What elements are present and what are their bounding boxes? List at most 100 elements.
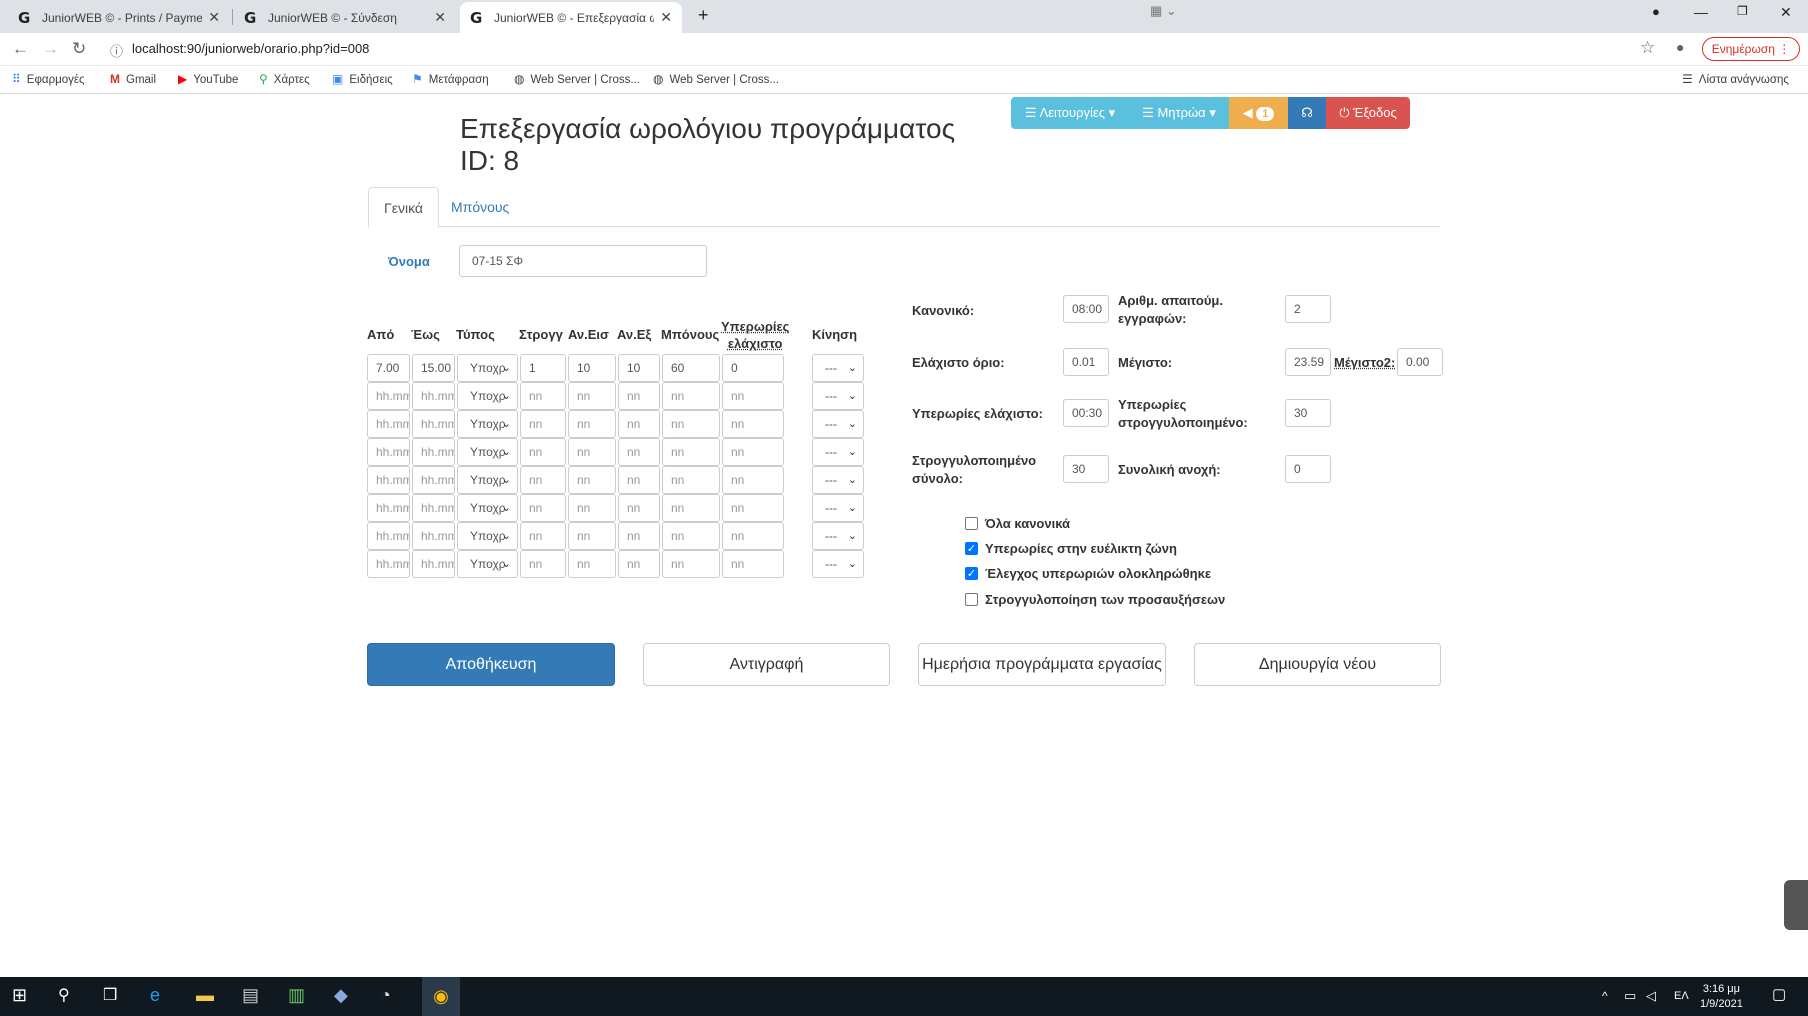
row-3-type-select[interactable]: Υποχρ ⌄ bbox=[457, 410, 518, 438]
row-2-round-input[interactable]: nn bbox=[520, 382, 566, 410]
row-3-move-select[interactable]: --- ⌄ bbox=[812, 410, 864, 438]
row-5-from-input[interactable]: hh.mm bbox=[367, 466, 410, 494]
row-2-overtime-input[interactable]: nn bbox=[722, 382, 784, 410]
address-bar[interactable]: localhost:90/juniorweb/orario.php?id=008 bbox=[132, 41, 369, 56]
close-window-icon[interactable]: ✕ bbox=[1780, 4, 1792, 21]
row-7-to-input[interactable]: hh.mm bbox=[412, 522, 455, 550]
row-4-to-input[interactable]: hh.mm bbox=[412, 438, 455, 466]
row-2-in-input[interactable]: nn bbox=[568, 382, 616, 410]
network-icon[interactable]: ▭ bbox=[1624, 988, 1636, 1004]
max-input[interactable]: 23.59 bbox=[1285, 348, 1331, 376]
row-2-bonus-input[interactable]: nn bbox=[662, 382, 720, 410]
info-icon[interactable]: ⓘ bbox=[110, 41, 123, 60]
row-4-type-select[interactable]: Υποχρ ⌄ bbox=[457, 438, 518, 466]
max2-input[interactable]: 0.00 bbox=[1397, 348, 1443, 376]
back-icon[interactable]: ← bbox=[12, 39, 29, 59]
bookmark-youtube[interactable]: ▶ YouTube bbox=[178, 72, 238, 86]
row-4-out-input[interactable]: nn bbox=[618, 438, 660, 466]
row-7-from-input[interactable]: hh.mm bbox=[367, 522, 410, 550]
row-3-round-input[interactable]: nn bbox=[520, 410, 566, 438]
row-4-from-input[interactable]: hh.mm bbox=[367, 438, 410, 466]
row-6-from-input[interactable]: hh.mm bbox=[367, 494, 410, 522]
tab-search-icon[interactable]: ▦ ⌄ bbox=[1150, 3, 1177, 19]
start-icon[interactable]: ⊞ bbox=[12, 985, 27, 1006]
chrome-taskbar-icon[interactable]: ◉ bbox=[422, 977, 460, 1016]
bookmark-news[interactable]: ▣ Ειδήσεις bbox=[332, 72, 393, 86]
row-6-type-select[interactable]: Υποχρ ⌄ bbox=[457, 494, 518, 522]
row-7-move-select[interactable]: --- ⌄ bbox=[812, 522, 864, 550]
row-3-from-input[interactable]: hh.mm bbox=[367, 410, 410, 438]
row-5-overtime-input[interactable]: nn bbox=[722, 466, 784, 494]
row-8-bonus-input[interactable]: nn bbox=[662, 550, 720, 578]
row-5-in-input[interactable]: nn bbox=[568, 466, 616, 494]
row-4-round-input[interactable]: nn bbox=[520, 438, 566, 466]
bookmark-translate[interactable]: ⚑ Μετάφραση bbox=[412, 72, 489, 86]
new-tab-icon[interactable]: + bbox=[698, 5, 709, 26]
row-5-out-input[interactable]: nn bbox=[618, 466, 660, 494]
tab-general[interactable]: Γενικά bbox=[368, 187, 439, 228]
normal-input[interactable]: 08:00 bbox=[1063, 295, 1109, 323]
row-1-round-input[interactable]: 1 bbox=[520, 354, 566, 382]
row-8-round-input[interactable]: nn bbox=[520, 550, 566, 578]
notification-center-icon[interactable]: ▢ bbox=[1772, 985, 1786, 1003]
row-3-overtime-input[interactable]: nn bbox=[722, 410, 784, 438]
registers-menu-button[interactable]: ☰ Μητρώα ▾ bbox=[1129, 97, 1229, 129]
row-1-out-input[interactable]: 10 bbox=[618, 354, 660, 382]
forward-icon[interactable]: → bbox=[42, 39, 59, 59]
task-view-icon[interactable]: ❒ bbox=[103, 985, 117, 1005]
row-6-move-select[interactable]: --- ⌄ bbox=[812, 494, 864, 522]
row-3-in-input[interactable]: nn bbox=[568, 410, 616, 438]
row-2-from-input[interactable]: hh.mm bbox=[367, 382, 410, 410]
min-limit-input[interactable]: 0.01 bbox=[1063, 348, 1109, 376]
minimize-icon[interactable]: — bbox=[1694, 4, 1708, 20]
file-explorer-icon[interactable]: ▬ bbox=[196, 985, 214, 1006]
row-1-from-input[interactable]: 7.00 bbox=[367, 354, 410, 382]
row-1-overtime-input[interactable]: 0 bbox=[722, 354, 784, 382]
row-3-bonus-input[interactable]: nn bbox=[662, 410, 720, 438]
row-4-move-select[interactable]: --- ⌄ bbox=[812, 438, 864, 466]
round-surcharges-checkbox[interactable] bbox=[965, 593, 978, 606]
row-4-bonus-input[interactable]: nn bbox=[662, 438, 720, 466]
row-4-overtime-input[interactable]: nn bbox=[722, 438, 784, 466]
bookmark-webserver-2[interactable]: ◍ Web Server | Cross... bbox=[653, 72, 779, 86]
row-5-to-input[interactable]: hh.mm bbox=[412, 466, 455, 494]
bookmark-webserver-1[interactable]: ◍ Web Server | Cross... bbox=[514, 72, 640, 86]
row-1-in-input[interactable]: 10 bbox=[568, 354, 616, 382]
row-8-overtime-input[interactable]: nn bbox=[722, 550, 784, 578]
row-2-type-select[interactable]: Υποχρ ⌄ bbox=[457, 382, 518, 410]
row-2-out-input[interactable]: nn bbox=[618, 382, 660, 410]
row-7-out-input[interactable]: nn bbox=[618, 522, 660, 550]
name-input[interactable]: 07-15 ΣΦ bbox=[459, 245, 707, 277]
support-button[interactable]: ☊ bbox=[1288, 97, 1326, 129]
row-8-in-input[interactable]: nn bbox=[568, 550, 616, 578]
row-4-in-input[interactable]: nn bbox=[568, 438, 616, 466]
row-6-in-input[interactable]: nn bbox=[568, 494, 616, 522]
language-indicator[interactable]: ΕΛ bbox=[1674, 990, 1689, 1002]
ie-icon[interactable]: e bbox=[150, 985, 160, 1006]
row-6-round-input[interactable]: nn bbox=[520, 494, 566, 522]
restore-icon[interactable]: ❐ bbox=[1737, 4, 1748, 18]
row-1-to-input[interactable]: 15.00 bbox=[412, 354, 455, 382]
row-7-type-select[interactable]: Υποχρ ⌄ bbox=[457, 522, 518, 550]
row-5-move-select[interactable]: --- ⌄ bbox=[812, 466, 864, 494]
create-new-button[interactable]: Δημιουργία νέου bbox=[1194, 643, 1441, 686]
tolerance-input[interactable]: 0 bbox=[1285, 455, 1331, 483]
search-icon[interactable]: ⚲ bbox=[58, 985, 70, 1005]
notifications-button[interactable]: ◀ 1 bbox=[1229, 97, 1288, 129]
browser-tab-login[interactable]: G JuniorWEB © - Σύνδεση ✕ bbox=[234, 2, 456, 33]
logout-button[interactable]: ⏻ Έξοδος bbox=[1326, 97, 1410, 129]
row-6-to-input[interactable]: hh.mm bbox=[412, 494, 455, 522]
side-chat-widget[interactable] bbox=[1784, 880, 1808, 930]
row-1-move-select[interactable]: --- ⌄ bbox=[812, 354, 864, 382]
all-normal-checkbox[interactable] bbox=[965, 517, 978, 530]
close-icon[interactable]: ✕ bbox=[434, 9, 446, 26]
close-icon[interactable]: ✕ bbox=[208, 9, 220, 26]
row-8-from-input[interactable]: hh.mm bbox=[367, 550, 410, 578]
update-button[interactable]: Ενημέρωση ⋮ bbox=[1702, 37, 1800, 61]
notepad-icon[interactable]: ▤ bbox=[242, 985, 259, 1006]
overtime-check-done-checkbox[interactable]: ✓ bbox=[965, 567, 978, 580]
reading-list[interactable]: ☰ Λίστα ανάγνωσης bbox=[1682, 72, 1789, 86]
clock-app-icon[interactable]: ◔ bbox=[380, 985, 391, 1006]
taskbar-clock[interactable]: 3:16 μμ 1/9/2021 bbox=[1700, 982, 1743, 1012]
row-7-overtime-input[interactable]: nn bbox=[722, 522, 784, 550]
